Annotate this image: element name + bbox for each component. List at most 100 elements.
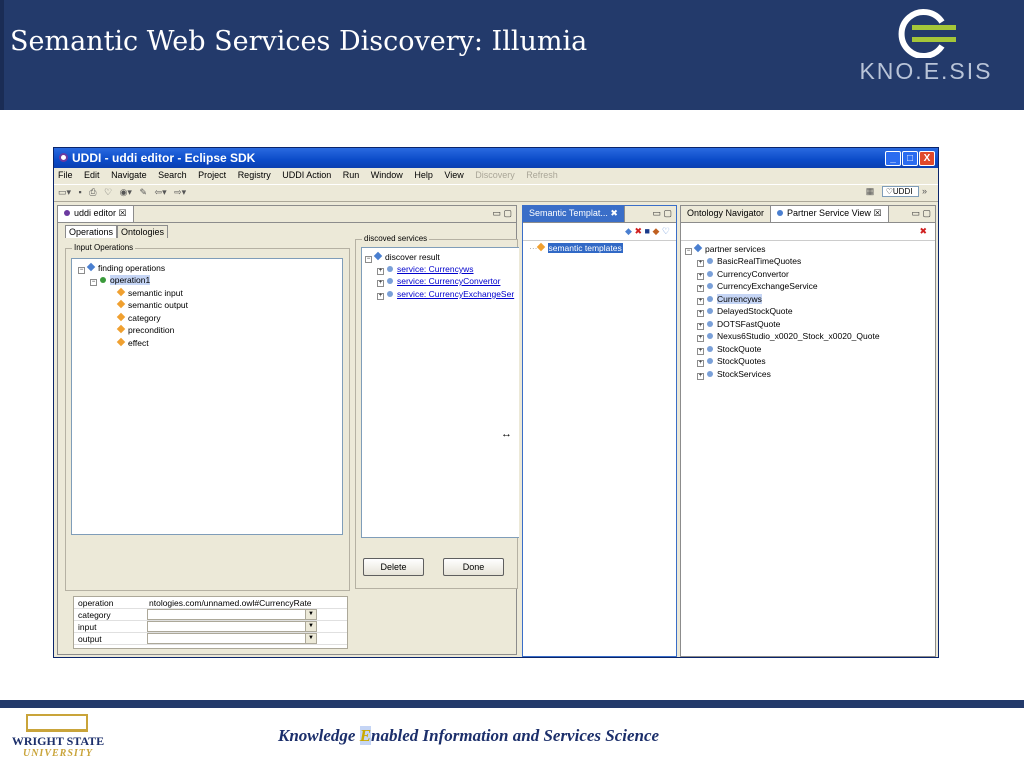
tree-node-semantic-templates[interactable]: ··· semantic templates — [529, 242, 623, 253]
menu-view[interactable]: View — [444, 170, 463, 180]
tree-node-finding-operations[interactable]: − finding operations — [78, 262, 165, 274]
tab-close-icon[interactable]: ✖ — [610, 208, 618, 218]
expand-icon[interactable]: + — [697, 347, 704, 355]
partner-service-item[interactable]: + StockServices — [697, 369, 771, 380]
diamond-icon — [116, 312, 126, 322]
collapse-icon[interactable]: − — [90, 279, 97, 286]
tree-node-partner-services[interactable]: − partner services — [685, 243, 765, 255]
expand-icon[interactable]: + — [377, 268, 384, 275]
partner-service-item[interactable]: + Nexus6Studio_x0020_Stock_x0020_Quote — [697, 331, 880, 342]
menu-uddi-action[interactable]: UDDI Action — [282, 170, 331, 180]
service-link[interactable]: service: CurrencyExchangeSer — [397, 289, 514, 299]
partner-service-label: CurrencyExchangeService — [717, 281, 818, 291]
tab-close-icon[interactable]: ☒ — [873, 208, 881, 218]
output-combo[interactable]: ▼ — [147, 633, 317, 644]
forward-icon[interactable]: ⇨▾ — [174, 187, 186, 198]
expand-icon[interactable]: + — [377, 280, 384, 287]
diamond-add-icon[interactable]: ◆ — [625, 226, 632, 236]
expand-icon[interactable]: + — [697, 310, 704, 317]
collapse-icon[interactable]: − — [78, 267, 85, 274]
chevron-down-icon[interactable]: ▼ — [305, 610, 316, 619]
save-template-icon[interactable]: ■ — [645, 226, 650, 236]
minimize-button[interactable]: _ — [885, 151, 901, 166]
minmax-icons[interactable]: ▭ ▢ — [492, 208, 512, 219]
print-icon[interactable]: ⎙ — [89, 187, 96, 198]
close-button[interactable]: X — [919, 151, 935, 166]
menu-edit[interactable]: Edit — [84, 170, 100, 180]
chevron-down-icon[interactable]: ▼ — [305, 634, 316, 643]
tree-node-precondition[interactable]: precondition — [116, 324, 174, 335]
expand-icon[interactable]: + — [697, 335, 704, 342]
tree-node-operation1[interactable]: − operation1 — [90, 275, 151, 286]
service-icon — [707, 283, 713, 289]
partner-service-item[interactable]: + StockQuote — [697, 344, 761, 355]
category-combo[interactable]: ▼ — [147, 609, 317, 620]
prop-row-operation[interactable]: operation ntologies.com/unnamed.owl#Curre… — [74, 597, 347, 609]
partner-service-item[interactable]: + Currencyws — [697, 293, 762, 305]
tree-node-category[interactable]: category — [116, 312, 161, 323]
partner-service-item[interactable]: + StockQuotes — [697, 356, 766, 367]
expand-icon[interactable]: + — [697, 322, 704, 330]
partner-service-item[interactable]: + DOTSFastQuote — [697, 319, 780, 330]
menu-file[interactable]: File — [58, 170, 73, 180]
back-icon[interactable]: ⇦▾ — [155, 187, 167, 198]
expand-icon[interactable]: + — [697, 372, 704, 380]
expand-icon[interactable]: + — [697, 260, 704, 267]
menu-discovery: Discovery — [475, 170, 515, 180]
save-icon[interactable]: ▪ — [79, 187, 82, 197]
minmax-icons[interactable]: ▭ ▢ — [911, 208, 931, 219]
collapse-icon[interactable]: − — [685, 248, 692, 255]
done-button[interactable]: Done — [443, 558, 504, 576]
menu-run[interactable]: Run — [343, 170, 360, 180]
expand-icon[interactable]: + — [377, 293, 384, 300]
input-combo[interactable]: ▼ — [147, 621, 317, 632]
tab-ontology-navigator[interactable]: Ontology Navigator — [681, 206, 772, 222]
window-titlebar[interactable]: UDDI - uddi editor - Eclipse SDK _ □ X — [54, 148, 938, 168]
partner-service-item[interactable]: + CurrencyExchangeService — [697, 281, 818, 292]
service-link[interactable]: service: CurrencyConvertor — [397, 276, 500, 286]
tree-node-effect[interactable]: effect — [116, 337, 149, 348]
collapse-icon[interactable]: − — [365, 256, 372, 263]
tab-semantic-templates[interactable]: Semantic Templat... ✖ — [523, 206, 625, 222]
maximize-button[interactable]: □ — [902, 151, 918, 166]
service-item[interactable]: + service: Currencyws — [377, 264, 474, 275]
tab-partner-service-view[interactable]: Partner Service View ☒ — [771, 206, 889, 222]
chevron-down-icon[interactable]: ▼ — [305, 622, 316, 631]
service-link[interactable]: service: Currencyws — [397, 264, 474, 274]
tab-close-icon[interactable]: ☒ — [119, 208, 127, 218]
uddi-perspective-button[interactable]: ♡UDDI — [881, 186, 920, 197]
service-item[interactable]: + service: CurrencyExchangeSer — [377, 289, 514, 300]
bulb-icon[interactable]: ♡ — [662, 226, 670, 236]
delete-icon[interactable]: ✖ — [634, 226, 642, 236]
expand-icon[interactable]: + — [697, 297, 704, 305]
expand-icon[interactable]: + — [697, 272, 704, 280]
menu-navigate[interactable]: Navigate — [111, 170, 147, 180]
search-tool-icon[interactable]: ◉▾ — [120, 187, 132, 198]
tab-ontologies[interactable]: Ontologies — [117, 225, 169, 238]
delete-button[interactable]: Delete — [363, 558, 424, 576]
partner-service-item[interactable]: + DelayedStockQuote — [697, 306, 793, 317]
expand-icon[interactable]: + — [697, 285, 704, 292]
tree-node-semantic-output[interactable]: semantic output — [116, 299, 188, 310]
menu-project[interactable]: Project — [198, 170, 226, 180]
menu-help[interactable]: Help — [414, 170, 433, 180]
pen-icon[interactable]: ✎ — [139, 187, 147, 198]
partner-service-item[interactable]: + CurrencyConvertor — [697, 269, 789, 280]
menu-registry[interactable]: Registry — [238, 170, 271, 180]
tab-operations[interactable]: Operations — [65, 225, 118, 238]
open-perspective-icon[interactable]: ▦ — [866, 186, 875, 197]
lightbulb-icon[interactable]: ♡ — [104, 187, 112, 198]
menu-search[interactable]: Search — [158, 170, 187, 180]
tag-icon[interactable]: ◆ — [652, 226, 659, 236]
partner-service-item[interactable]: + BasicRealTimeQuotes — [697, 256, 801, 267]
minmax-icons[interactable]: ▭ ▢ — [652, 208, 672, 219]
new-icon[interactable]: ▭▾ — [58, 187, 71, 198]
tab-uddi-editor[interactable]: uddi editor ☒ — [58, 206, 134, 222]
more-perspectives-icon[interactable]: » — [922, 186, 927, 196]
service-item[interactable]: + service: CurrencyConvertor — [377, 276, 500, 287]
delete-icon[interactable]: ✖ — [919, 226, 927, 237]
expand-icon[interactable]: + — [697, 360, 704, 367]
tree-node-semantic-input[interactable]: semantic input — [116, 287, 183, 298]
menu-window[interactable]: Window — [371, 170, 403, 180]
tree-node-discover-result[interactable]: − discover result — [365, 251, 440, 263]
